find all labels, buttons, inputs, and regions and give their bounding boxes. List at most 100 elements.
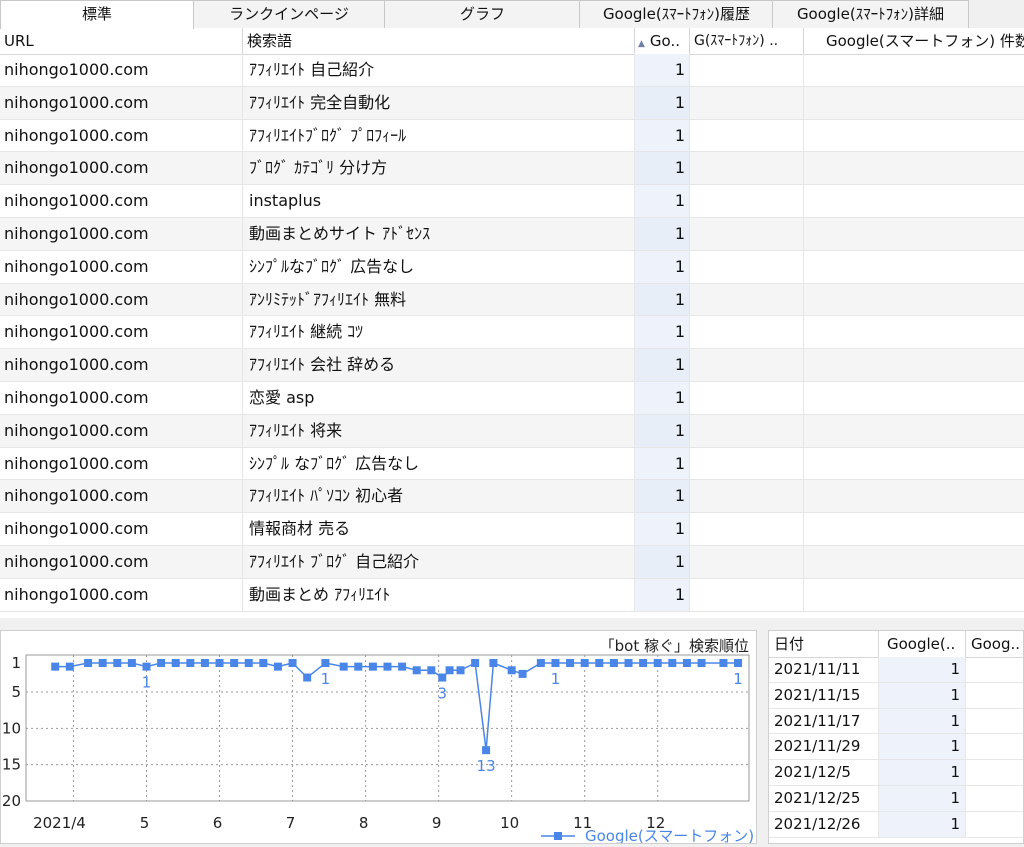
table-row[interactable]: nihongo1000.com 情報商材 売る 1 <box>0 513 1024 546</box>
table-row[interactable]: nihongo1000.com ｱﾝﾘﾐﾃｯﾄﾞｱﾌｨﾘｴｲﾄ 無料 1 <box>0 283 1024 317</box>
table-row[interactable]: nihongo1000.com ｱﾌｨﾘｴｲﾄ 会社 辞める 1 <box>0 349 1024 382</box>
table-row[interactable]: nihongo1000.com instaplus 1 <box>0 185 1024 218</box>
y-tick-label: 10 <box>2 719 21 737</box>
cell-google-rank: 1 <box>635 316 690 349</box>
cell-smartphone <box>690 316 804 349</box>
tab-graph[interactable]: グラフ <box>384 0 581 28</box>
cell-smartphone <box>690 119 804 152</box>
data-point <box>383 662 392 671</box>
data-label: 3 <box>437 685 447 703</box>
data-point <box>697 659 706 667</box>
cell-url: nihongo1000.com <box>0 217 243 250</box>
data-point <box>339 662 348 671</box>
column-header-google[interactable]: ▲ Go.. <box>635 28 690 54</box>
table-row[interactable]: nihongo1000.com ｼﾝﾌﾟﾙなﾌﾞﾛｸﾞ 広告なし 1 <box>0 250 1024 284</box>
tab-rank-in-page[interactable]: ランクインページ <box>192 0 386 28</box>
cell-google-rank: 1 <box>635 349 690 381</box>
data-label: 13 <box>477 757 496 775</box>
cell-smartphone <box>690 54 804 86</box>
data-point <box>566 659 575 667</box>
table-row[interactable]: nihongo1000.com 動画まとめ ｱﾌｨﾘｴｲﾄ 1 <box>0 578 1024 612</box>
table-row[interactable]: nihongo1000.com ﾌﾞﾛｸﾞ ｶﾃｺﾞﾘ 分け方 1 <box>0 152 1024 186</box>
table-row[interactable]: nihongo1000.com ｱﾌｨﾘｴｲﾄ 将来 1 <box>0 414 1024 448</box>
cell-keyword: ｱﾌｨﾘｴｲﾄ 会社 辞める <box>243 349 635 381</box>
legend-marker <box>554 832 562 840</box>
table-row[interactable]: nihongo1000.com ｱﾌｨﾘｴｲﾄ 自己紹介 1 <box>0 54 1024 87</box>
column-header-smartphone[interactable]: G(ｽﾏｰﾄﾌｫﾝ) .. <box>690 28 804 54</box>
data-point <box>398 662 407 671</box>
column-header-url[interactable]: URL <box>0 28 243 54</box>
data-point <box>84 659 93 667</box>
tab-smartphone-detail[interactable]: Google(ｽﾏｰﾄﾌｫﾝ)詳細 <box>772 0 969 28</box>
x-tick-label: 5 <box>140 814 150 832</box>
data-point <box>142 662 151 671</box>
data-point <box>412 666 421 675</box>
history-header-google[interactable]: Google(.. <box>879 631 966 657</box>
cell-keyword: ｱﾌｨﾘｴｲﾄﾌﾞﾛｸﾞ ﾌﾟﾛﾌｨｰﾙ <box>243 119 635 152</box>
data-point <box>354 662 363 671</box>
cell-url: nihongo1000.com <box>0 349 243 381</box>
table-row[interactable]: nihongo1000.com ｱﾌｨﾘｴｲﾄ ﾌﾞﾛｸﾞ 自己紹介 1 <box>0 545 1024 579</box>
cell-url: nihongo1000.com <box>0 86 243 119</box>
data-point <box>734 659 743 667</box>
history-header-date[interactable]: 日付 <box>769 631 879 657</box>
cell-google-rank: 1 <box>635 480 690 513</box>
table-row[interactable]: nihongo1000.com ｱﾌｨﾘｴｲﾄ ﾊﾟｿｺﾝ 初心者 1 <box>0 480 1024 514</box>
history-header-google2[interactable]: Goog.. <box>966 631 1023 657</box>
cell-count <box>804 579 1024 611</box>
cell-smartphone <box>690 381 804 414</box>
cell-count <box>804 349 1024 381</box>
history-date: 2021/12/5 <box>769 760 879 785</box>
cell-url: nihongo1000.com <box>0 54 243 86</box>
cell-count <box>804 284 1024 316</box>
tab-standard[interactable]: 標準 <box>0 0 194 29</box>
cell-url: nihongo1000.com <box>0 480 243 513</box>
data-point <box>609 659 618 667</box>
cell-google-rank: 1 <box>635 152 690 185</box>
column-header-keyword[interactable]: 検索語 <box>243 28 635 54</box>
list-item[interactable]: 2021/12/25 1 <box>769 786 1023 812</box>
data-point <box>624 659 633 667</box>
table-row[interactable]: nihongo1000.com ｱﾌｨﾘｴｲﾄ 完全自動化 1 <box>0 86 1024 120</box>
cell-count <box>804 120 1024 152</box>
table-row[interactable]: nihongo1000.com 動画まとめサイト ｱﾄﾞｾﾝｽ 1 <box>0 217 1024 251</box>
list-item[interactable]: 2021/11/11 1 <box>769 657 1023 683</box>
data-point <box>51 662 60 671</box>
data-point <box>719 659 728 667</box>
x-tick-label: 7 <box>286 814 296 832</box>
list-item[interactable]: 2021/11/15 1 <box>769 682 1023 709</box>
y-tick-label: 5 <box>11 683 21 701</box>
cell-url: nihongo1000.com <box>0 316 243 349</box>
table-row[interactable]: nihongo1000.com ｱﾌｨﾘｴｲﾄﾌﾞﾛｸﾞ ﾌﾟﾛﾌｨｰﾙ 1 <box>0 119 1024 153</box>
keyword-grid: URL 検索語 ▲ Go.. G(ｽﾏｰﾄﾌｫﾝ) .. Google(スマートフ… <box>0 28 1024 618</box>
list-item[interactable]: 2021/12/5 1 <box>769 760 1023 786</box>
data-label: 1 <box>733 670 743 688</box>
list-item[interactable]: 2021/11/29 1 <box>769 734 1023 761</box>
table-row[interactable]: nihongo1000.com ｱﾌｨﾘｴｲﾄ 継続 ｺﾂ 1 <box>0 316 1024 350</box>
data-point <box>200 659 209 667</box>
cell-count <box>804 480 1024 512</box>
history-value: 1 <box>879 811 966 837</box>
list-item[interactable]: 2021/11/17 1 <box>769 708 1023 735</box>
cell-keyword: ｱﾌｨﾘｴｲﾄ ﾊﾟｿｺﾝ 初心者 <box>243 480 635 513</box>
data-point <box>507 666 516 675</box>
column-header-count[interactable]: Google(スマートフォン) 件数 <box>804 28 1024 54</box>
cell-keyword: ｱﾝﾘﾐﾃｯﾄﾞｱﾌｨﾘｴｲﾄ 無料 <box>243 283 635 316</box>
y-tick-label: 1 <box>11 654 21 672</box>
table-row[interactable]: nihongo1000.com ｼﾝﾌﾟﾙ なﾌﾞﾛｸﾞ 広告なし 1 <box>0 447 1024 481</box>
cell-count <box>804 251 1024 283</box>
tab-smartphone-history[interactable]: Google(ｽﾏｰﾄﾌｫﾝ)履歴 <box>579 0 774 28</box>
column-header-google-label: Go.. <box>649 32 680 50</box>
list-item[interactable]: 2021/12/26 1 <box>769 811 1023 838</box>
cell-google-rank: 1 <box>635 185 690 217</box>
cell-keyword: ｱﾌｨﾘｴｲﾄ 完全自動化 <box>243 86 635 119</box>
cell-url: nihongo1000.com <box>0 381 243 414</box>
cell-smartphone <box>690 578 804 611</box>
data-point <box>259 659 268 667</box>
data-label: 1 <box>551 670 561 688</box>
data-point <box>668 659 677 667</box>
table-row[interactable]: nihongo1000.com 恋愛 asp 1 <box>0 381 1024 415</box>
cell-url: nihongo1000.com <box>0 513 243 545</box>
cell-google-rank: 1 <box>635 86 690 119</box>
history-date: 2021/11/29 <box>769 734 879 760</box>
